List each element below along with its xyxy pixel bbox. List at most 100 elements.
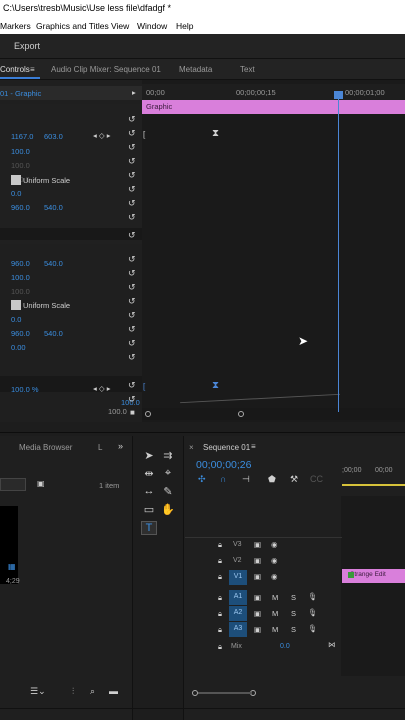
menu-help[interactable]: Help xyxy=(176,21,193,31)
lock-icon[interactable]: 🔒︎ xyxy=(218,572,222,582)
position2-x-value[interactable]: 960.0 xyxy=(11,259,30,268)
captions-icon[interactable]: CC xyxy=(310,474,323,484)
lock-icon[interactable]: 🔒︎ xyxy=(218,593,222,603)
work-area-bar[interactable] xyxy=(342,484,405,486)
uniform-scale2-checkbox[interactable] xyxy=(11,300,21,310)
reset-icon[interactable]: ↺ xyxy=(128,296,136,307)
reset-icon[interactable]: ↺ xyxy=(128,142,136,153)
menu-window[interactable]: Window xyxy=(137,21,167,31)
keyframe-icon[interactable]: ⧗ xyxy=(212,128,219,139)
track-select-tool-icon[interactable]: ⇉ xyxy=(160,449,176,462)
reset-icon[interactable]: ↺ xyxy=(128,394,136,405)
scale-value[interactable]: 100.0 xyxy=(11,147,30,156)
tab-sequence[interactable]: Sequence 01 xyxy=(203,443,250,452)
project-search-input[interactable] xyxy=(0,478,26,491)
anchor2-y-value[interactable]: 540.0 xyxy=(44,329,63,338)
mix-end-icon[interactable]: ⋈ xyxy=(328,640,336,649)
play-triangle-icon[interactable]: ▸ xyxy=(132,88,136,97)
ec-scrollbar[interactable] xyxy=(142,408,405,420)
lock-icon[interactable]: 🔒︎ xyxy=(218,642,222,652)
panel-menu-icon[interactable]: ≡ xyxy=(30,65,35,74)
tab-media-browser[interactable]: Media Browser xyxy=(19,443,72,452)
reset-icon[interactable]: ↺ xyxy=(128,324,136,335)
tab-effect-controls[interactable]: Controls xyxy=(0,65,30,74)
export-frame-icon[interactable]: ■ xyxy=(130,408,135,417)
track-a3-target[interactable]: A3 xyxy=(229,622,247,637)
scale2-value[interactable]: 100.0 xyxy=(11,273,30,282)
keyframe-nav-icon[interactable]: ◂ ◇ ▸ xyxy=(93,131,110,140)
sync-lock-icon[interactable]: ▣ xyxy=(254,556,261,565)
reset-icon[interactable]: ↺ xyxy=(128,310,136,321)
opacity-percent-value[interactable]: 100.0 % xyxy=(11,385,39,394)
reset-icon[interactable]: ↺ xyxy=(128,128,136,139)
reset-icon[interactable]: ↺ xyxy=(128,230,136,241)
anchor-x-value[interactable]: 960.0 xyxy=(11,203,30,212)
hand-tool-icon[interactable]: ✋ xyxy=(160,503,176,516)
pen-tool-icon[interactable]: ✎ xyxy=(160,485,176,498)
lock-icon[interactable]: 🔒︎ xyxy=(218,540,222,550)
mute-button[interactable]: M xyxy=(272,609,278,618)
track-v1-target[interactable]: V1 xyxy=(229,570,247,585)
wrench-icon[interactable]: ⚒ xyxy=(290,474,298,485)
rotation2-value[interactable]: 0.0 xyxy=(11,315,21,324)
reset-icon[interactable]: ↺ xyxy=(128,184,136,195)
reset-icon[interactable]: ↺ xyxy=(128,114,136,125)
mix-value[interactable]: 0.0 xyxy=(280,643,290,650)
keyframe-nav2-icon[interactable]: ◂ ◇ ▸ xyxy=(93,384,110,393)
tab-text[interactable]: Text xyxy=(240,65,255,74)
keyframe-icon[interactable]: ⧗ xyxy=(212,380,219,391)
position-x-value[interactable]: 1167.0 xyxy=(11,132,33,141)
linked-selection-icon[interactable]: ∩ xyxy=(220,474,226,484)
track-a1-target[interactable]: A1 xyxy=(229,590,247,605)
sync-lock-icon[interactable]: ▣ xyxy=(254,540,261,549)
sync-lock-icon[interactable]: ▣ xyxy=(254,609,261,618)
razor-tool-icon[interactable]: ⌖ xyxy=(160,467,176,480)
reset-icon[interactable]: ↺ xyxy=(128,268,136,279)
uniform-scale-checkbox[interactable] xyxy=(11,175,21,185)
opacity-value[interactable]: 0.00 xyxy=(11,343,26,352)
eye-icon[interactable]: ◉ xyxy=(271,572,278,581)
tab-libraries[interactable]: L xyxy=(98,443,102,452)
scroll-handle-left[interactable] xyxy=(145,411,151,417)
new-bin-icon[interactable]: ▣ xyxy=(37,479,45,488)
reset-icon[interactable]: ↺ xyxy=(128,380,136,391)
anchor-y-value[interactable]: 540.0 xyxy=(44,203,63,212)
selection-tool-icon[interactable]: ➤ xyxy=(141,449,157,462)
position2-y-value[interactable]: 540.0 xyxy=(44,259,63,268)
solo-button[interactable]: S xyxy=(291,609,296,618)
sync-lock-icon[interactable]: ▣ xyxy=(254,572,261,581)
solo-button[interactable]: S xyxy=(291,625,296,634)
sequence-menu-icon[interactable]: ≡ xyxy=(251,442,256,451)
slip-tool-icon[interactable]: ↔ xyxy=(141,485,157,497)
mic-icon[interactable]: 🎙︎ xyxy=(308,624,318,633)
mic-icon[interactable]: 🎙︎ xyxy=(308,592,318,601)
lock-icon[interactable]: 🔒︎ xyxy=(218,556,222,566)
solo-button[interactable]: S xyxy=(291,593,296,602)
rotation-value[interactable]: 0.0 xyxy=(11,189,21,198)
menu-graphics-titles[interactable]: Graphics and Titles xyxy=(36,21,109,31)
reset-icon[interactable]: ↺ xyxy=(128,254,136,265)
menu-view[interactable]: View xyxy=(111,21,129,31)
mute-button[interactable]: M xyxy=(272,593,278,602)
automate-icon[interactable]: ⫶ xyxy=(72,686,74,697)
rectangle-tool-icon[interactable]: ▭ xyxy=(141,503,157,516)
snap-icon[interactable]: ✣ xyxy=(198,474,206,485)
mic-icon[interactable]: 🎙︎ xyxy=(308,608,318,617)
sync-lock-icon[interactable]: ▣ xyxy=(254,593,261,602)
close-tab-icon[interactable]: × xyxy=(189,443,194,452)
eye-icon[interactable]: ◉ xyxy=(271,540,278,549)
position-y-value[interactable]: 603.0 xyxy=(44,132,63,141)
tab-audio-clip-mixer[interactable]: Audio Clip Mixer: Sequence 01 xyxy=(51,65,161,74)
menu-markers[interactable]: Markers xyxy=(0,21,31,31)
playhead-handle[interactable] xyxy=(334,91,343,99)
eye-icon[interactable]: ◉ xyxy=(271,556,278,565)
tab-metadata[interactable]: Metadata xyxy=(179,65,212,74)
sequence-timecode[interactable]: 00;00;00;26 xyxy=(196,459,251,471)
reset-icon[interactable]: ↺ xyxy=(128,212,136,223)
reset-icon[interactable]: ↺ xyxy=(128,156,136,167)
add-marker-icon[interactable]: ⊣ xyxy=(242,474,250,485)
seq-scroll-track[interactable] xyxy=(198,692,252,694)
lock-icon[interactable]: 🔒︎ xyxy=(218,609,222,619)
graphic-clip-bar[interactable]: Graphic xyxy=(142,100,405,114)
reset-icon[interactable]: ↺ xyxy=(128,352,136,363)
